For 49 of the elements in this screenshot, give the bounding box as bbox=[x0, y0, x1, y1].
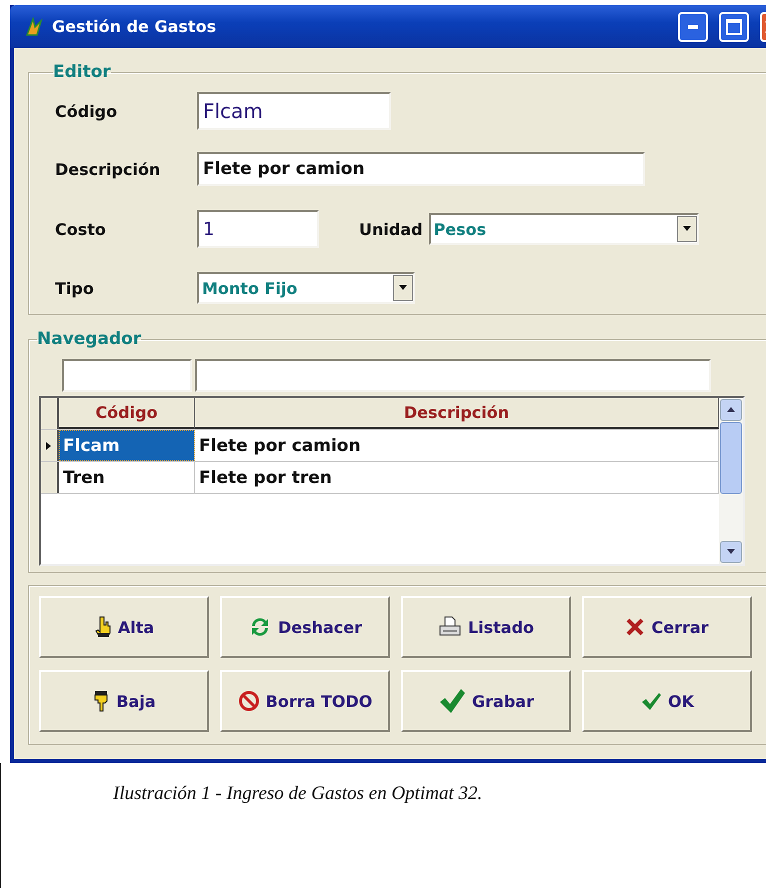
action-button[interactable]: Borra TODO bbox=[220, 670, 390, 732]
column-header[interactable]: Descripción bbox=[195, 398, 719, 429]
prohibited-icon bbox=[238, 690, 260, 712]
row-header[interactable] bbox=[41, 430, 59, 461]
scroll-down-button[interactable] bbox=[720, 541, 742, 563]
action-button[interactable]: Listado bbox=[401, 596, 571, 658]
check-icon bbox=[438, 687, 466, 715]
field-label: Unidad bbox=[359, 220, 423, 238]
description-field[interactable]: Flete por camion bbox=[197, 152, 645, 186]
minimize-icon bbox=[688, 24, 698, 28]
action-button[interactable]: Grabar bbox=[401, 670, 571, 732]
field-label: Código bbox=[55, 102, 118, 120]
window-title: Gestión de Gastos bbox=[52, 17, 218, 36]
type-dropdown[interactable]: Monto Fijo bbox=[197, 272, 415, 304]
row-header bbox=[41, 398, 59, 429]
action-button[interactable]: Alta bbox=[39, 596, 209, 658]
dropdown-button[interactable] bbox=[676, 216, 697, 242]
close-icon bbox=[625, 617, 646, 637]
table-cell[interactable]: Flcam bbox=[59, 430, 195, 461]
pointing-hand-icon bbox=[92, 690, 110, 712]
column-header[interactable]: Código bbox=[59, 398, 195, 429]
group-title: Navegador bbox=[37, 329, 142, 349]
field-label: Tipo bbox=[55, 278, 95, 298]
code-field[interactable]: Flcam bbox=[197, 92, 391, 130]
action-button[interactable]: Baja bbox=[39, 670, 209, 732]
maximize-icon bbox=[726, 18, 742, 34]
filter-field[interactable] bbox=[195, 359, 711, 392]
row-header[interactable] bbox=[41, 462, 59, 493]
filter-field[interactable] bbox=[62, 359, 192, 392]
cost-field[interactable]: 1 bbox=[197, 210, 319, 248]
minimize-button[interactable] bbox=[678, 12, 708, 42]
maximize-button[interactable] bbox=[719, 12, 749, 42]
dropdown-button[interactable] bbox=[393, 275, 413, 301]
field-label: Costo bbox=[55, 220, 107, 238]
scroll-thumb[interactable] bbox=[720, 422, 742, 494]
figure-caption: Ilustración 1 - Ingreso de Gastos en Optimat 32. bbox=[113, 783, 482, 804]
check-icon bbox=[640, 691, 662, 711]
action-button[interactable]: Deshacer bbox=[220, 596, 390, 658]
scroll-up-button[interactable] bbox=[720, 399, 742, 421]
unit-dropdown[interactable]: Pesos bbox=[428, 213, 699, 245]
action-button[interactable]: OK bbox=[582, 670, 752, 732]
field-label: Descripción bbox=[55, 160, 162, 178]
scrollbar[interactable] bbox=[719, 398, 743, 564]
action-button[interactable]: Cerrar bbox=[582, 596, 752, 658]
printer-icon bbox=[438, 616, 462, 638]
group-title: Editor bbox=[53, 62, 111, 82]
up-arrow-icon bbox=[726, 405, 736, 415]
pointing-hand-icon bbox=[94, 616, 112, 638]
app-icon bbox=[24, 16, 44, 36]
